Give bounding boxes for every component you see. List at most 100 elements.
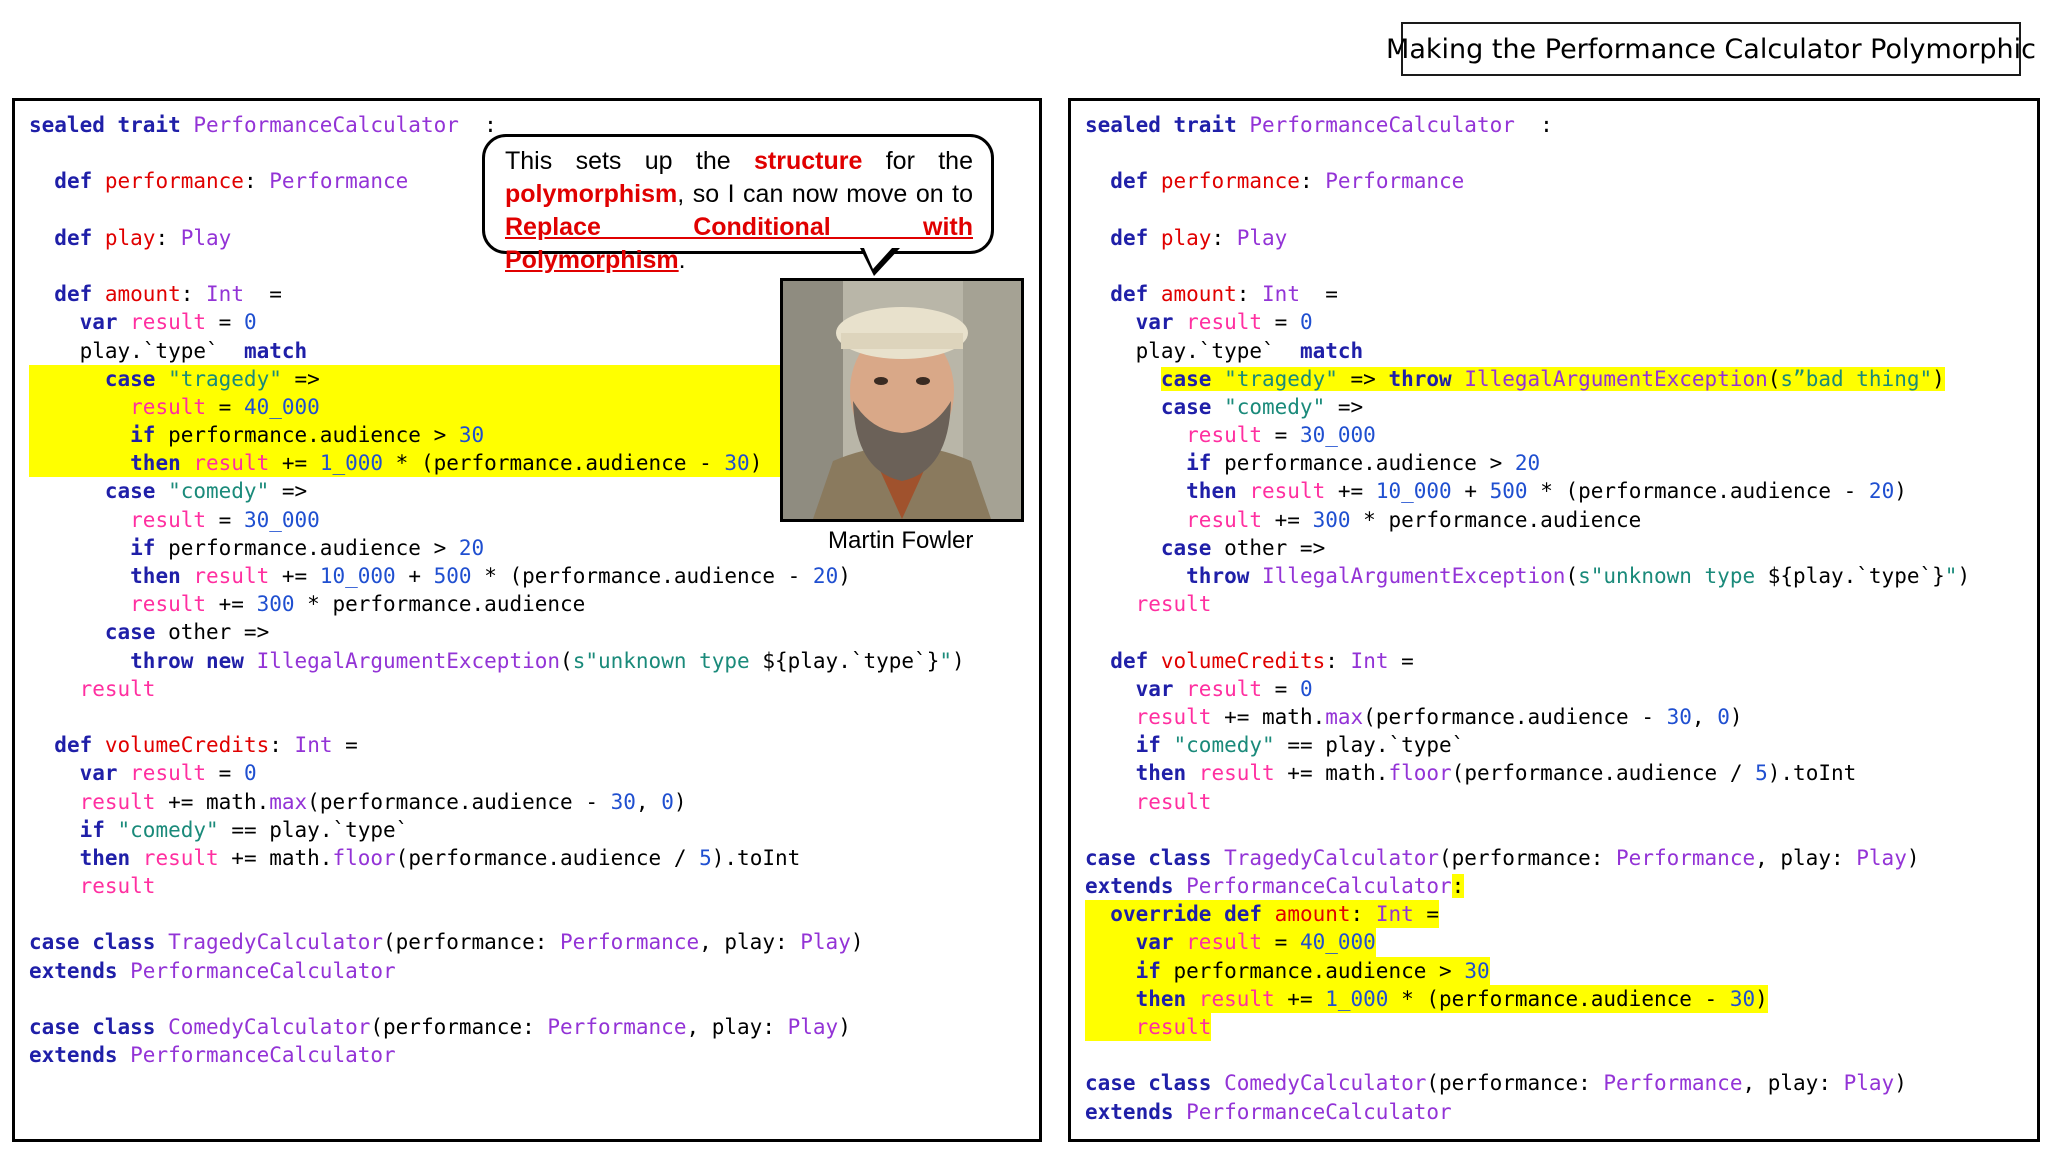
code-token: throw: [1186, 564, 1263, 588]
code-token: 30_000: [243, 507, 320, 532]
code-line: if performance.audience > 30: [1085, 956, 2027, 985]
code-token: 40_000: [1299, 930, 1376, 955]
code-token: +: [1451, 479, 1490, 504]
code-line: case class ComedyCalculator(performance:…: [1085, 1069, 2027, 1097]
code-token: * (performance.audience -: [1527, 479, 1869, 504]
code-token: 0: [243, 761, 257, 786]
code-token: case: [104, 620, 169, 645]
code-token: ).toInt: [1767, 761, 1857, 786]
code-token: play: [104, 225, 156, 250]
code-token: result: [79, 676, 156, 701]
code-line: case class TragedyCalculator(performance…: [29, 928, 1029, 956]
code-token: ): [952, 648, 965, 673]
highlight-span: result = 40_000: [29, 392, 792, 422]
code-token: =: [1262, 423, 1300, 448]
code-token: play.`type`: [29, 338, 244, 363]
code-token: +=: [269, 451, 320, 476]
code-line: case class ComedyCalculator(performance:…: [29, 1013, 1029, 1041]
code-token: "comedy": [168, 479, 270, 504]
code-token: performance.audience >: [168, 423, 459, 448]
code-token: throw: [1388, 366, 1465, 391]
code-token: amount: [104, 282, 181, 307]
code-token: result: [142, 845, 219, 870]
code-token: 20: [812, 564, 839, 588]
code-token: max: [269, 789, 308, 814]
code-token: ): [850, 930, 864, 955]
code-token: ): [1729, 704, 1743, 729]
code-token: Performance: [1603, 1071, 1743, 1096]
code-token: Performance: [1325, 169, 1465, 194]
code-token: 30: [1464, 958, 1490, 983]
bubble-tail-fill: [864, 248, 892, 269]
code-token: =>: [269, 479, 308, 504]
code-token: def: [1110, 282, 1161, 307]
code-token: :: [1325, 648, 1351, 673]
code-token: TragedyCalculator: [1224, 845, 1440, 870]
code-token: amount: [1274, 902, 1351, 927]
code-token: +=: [1274, 986, 1326, 1011]
code-token: =: [206, 310, 244, 335]
code-token: result: [130, 507, 207, 532]
code-token: +=: [1325, 479, 1376, 504]
code-line: result: [29, 675, 1029, 703]
code-line: then result += math.floor(performance.au…: [1085, 759, 2027, 787]
code-line: result += math.max(performance.audience …: [29, 788, 1029, 816]
code-token: (performance:: [1426, 1071, 1604, 1096]
code-token: then: [130, 451, 194, 476]
code-token: :: [1514, 113, 1553, 137]
code-line: def amount: Int =: [1085, 280, 2027, 308]
code-token: performance.audience >: [1224, 451, 1515, 476]
code-token: performance: [104, 169, 244, 194]
speech-bubble: This sets up the structure for the polym…: [482, 134, 994, 274]
code-token: Int: [206, 282, 244, 307]
code-token: performance: [1160, 169, 1300, 194]
code-token: += math.: [1274, 761, 1389, 786]
bubble-polymorphism: polymorphism: [505, 180, 678, 208]
code-line: def performance: Performance: [1085, 167, 2027, 195]
highlight-span: if performance.audience > 30: [29, 421, 792, 450]
highlight-span: then result += 1_000 * (performance.audi…: [1085, 984, 1768, 1014]
code-token: :: [155, 225, 181, 250]
code-token: 0: [661, 789, 674, 814]
code-token: result: [1135, 789, 1212, 814]
code-token: == play.`type`: [218, 817, 409, 842]
code-token: Play: [800, 930, 851, 955]
code-token: 5: [1755, 761, 1768, 786]
highlight-span: override def amount: Int =: [1085, 900, 1440, 929]
highlight-span: result: [1085, 1013, 1212, 1042]
code-token: , play:: [686, 1015, 788, 1039]
code-token: 0: [1299, 676, 1313, 701]
code-token: then: [1135, 761, 1199, 786]
code-token: 20: [1868, 479, 1895, 504]
code-token: =: [332, 733, 358, 758]
code-token: s”bad thing": [1780, 366, 1933, 391]
code-token: var: [79, 761, 131, 786]
code-token: case class: [29, 1015, 169, 1039]
code-token: "tragedy": [1224, 366, 1338, 391]
code-line: then result += 10_000 + 500 * (performan…: [1085, 477, 2027, 505]
code-token: =: [1262, 930, 1300, 955]
code-token: var: [1135, 310, 1187, 335]
code-token: ): [749, 451, 763, 476]
